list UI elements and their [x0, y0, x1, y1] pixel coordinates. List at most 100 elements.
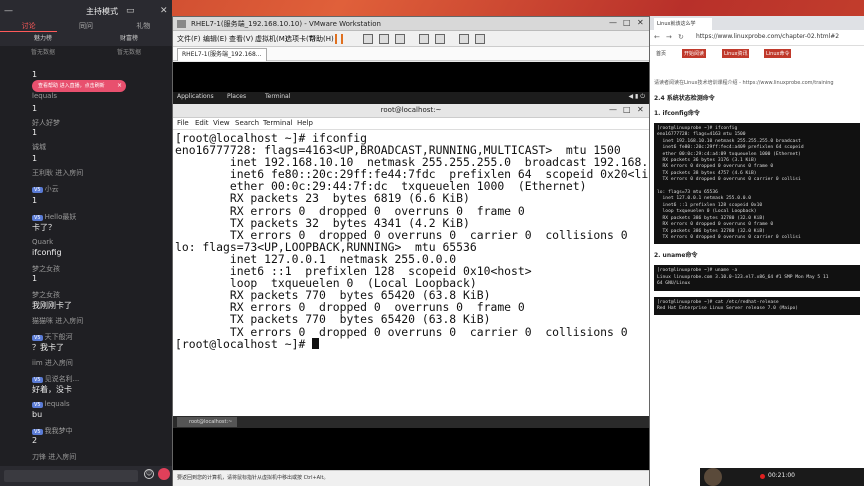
chat-message-content: ifconfig — [32, 248, 62, 257]
gift-icon[interactable] — [158, 468, 170, 480]
chat-input[interactable] — [4, 470, 138, 482]
system-tray-icons[interactable]: ◀ ▮ ⏻ — [629, 93, 645, 101]
vm-maximize-icon[interactable]: □ — [623, 18, 631, 27]
term-menu-help[interactable]: Help — [297, 119, 313, 127]
terminal-line: TX errors 0 dropped 0 overruns 0 carrier… — [175, 324, 628, 339]
tab-gifts[interactable]: 礼物 — [115, 20, 172, 32]
chat-message-content: lequals — [44, 400, 70, 408]
forward-icon[interactable]: → — [666, 33, 672, 41]
terminal-window: root@localhost:~ — □ ✕ File Edit View Se… — [173, 104, 649, 416]
chat-message-text: 1 — [32, 128, 162, 137]
terminal-line: RX errors 0 dropped 0 overruns 0 frame 0 — [175, 203, 525, 218]
chat-message-content: lequals — [32, 92, 58, 100]
chat-message-content: 2 — [32, 436, 38, 445]
chat-message-content: 梦之女孩 — [32, 265, 60, 273]
vmware-status-bar: 要返回到您的计算机，请将鼠标指针从虚拟机中移出或按 Ctrl+Alt。 — [173, 470, 649, 486]
chat-username: 王利耿 进入房间 — [32, 168, 162, 178]
nav-linux-news[interactable]: Linux资讯 — [722, 49, 750, 58]
taskbar-terminal-item[interactable]: root@localhost:~ — [177, 417, 237, 427]
term-maximize-icon[interactable]: □ — [623, 105, 631, 114]
fullscreen-icon[interactable] — [419, 34, 429, 44]
chat-message-content: 1 — [32, 70, 38, 79]
chat-message-content: 天下般河 — [44, 333, 73, 341]
chat-message-content: iim 进入房间 — [32, 359, 73, 367]
vm-tab[interactable]: RHEL7-1(服务端_192.168... — [177, 48, 267, 61]
places-menu[interactable]: Places — [227, 93, 246, 100]
vmware-logo-icon — [177, 20, 186, 28]
menu-edit[interactable]: 编辑(E) — [203, 34, 227, 44]
stretch-icon[interactable] — [475, 34, 485, 44]
term-menu-view[interactable]: View — [213, 119, 230, 127]
term-close-icon[interactable]: ✕ — [637, 105, 644, 114]
pause-icon[interactable] — [335, 34, 343, 44]
guest-screen[interactable]: Applications Places Terminal ◀ ▮ ⏻ root@… — [173, 62, 649, 470]
revert-icon[interactable] — [379, 34, 389, 44]
chat-username: 猫猫咪 进入房间 — [32, 316, 162, 326]
manage-snapshot-icon[interactable] — [395, 34, 405, 44]
level-badge: V5 — [32, 377, 43, 383]
browser-window: Linux就该这么学 ← → ↻ https://www.linuxprobe.… — [650, 16, 864, 486]
chat-username: V5 小云 — [32, 184, 162, 194]
chat-username: 刀锋 进入房间 — [32, 452, 162, 462]
nav-linux-commands[interactable]: Linux命令 — [764, 49, 792, 58]
term-menu-edit[interactable]: Edit — [195, 119, 209, 127]
notice-banner[interactable]: 查看帮助 进入直播，点击刷新 × — [32, 80, 126, 92]
chat-minimize-icon[interactable]: — — [4, 6, 13, 16]
chat-mode-label: 主持模式 — [86, 7, 118, 16]
wealth-rank-tab[interactable]: 财富榜 — [86, 32, 172, 46]
terminal-output[interactable]: [root@localhost ~]# ifconfig eno16777728:… — [175, 132, 649, 416]
chat-header: — 主持模式 ▭ ✕ 讨论 同问 礼物 — [0, 0, 172, 32]
menu-file[interactable]: 文件(F) — [177, 34, 201, 44]
url-field[interactable]: https://www.linuxprobe.com/chapter-02.ht… — [696, 33, 839, 40]
nav-start-reading[interactable]: 开始阅读 — [682, 49, 707, 58]
menu-view[interactable]: 查看(V) — [229, 34, 253, 44]
chat-message-content: Hello最妖 — [44, 213, 77, 221]
snapshot-icon[interactable] — [363, 34, 373, 44]
chat-username: iim 进入房间 — [32, 358, 162, 368]
chat-message-text: bu — [32, 410, 162, 419]
term-minimize-icon[interactable]: — — [609, 105, 617, 114]
term-menu-terminal[interactable]: Terminal — [263, 119, 293, 127]
section-heading: 2.4 系统状态检测命令 — [654, 95, 715, 102]
chat-message-text: ？我卡了 — [32, 342, 162, 353]
chat-username: Quark — [32, 238, 162, 246]
chat-message-content: 我我梦中 — [44, 427, 73, 435]
vm-close-icon[interactable]: ✕ — [637, 18, 644, 27]
console-view-icon[interactable] — [459, 34, 469, 44]
menu-vm[interactable]: 虚拟机(M) — [255, 34, 288, 44]
charm-rank-tab[interactable]: 魅力榜 — [0, 32, 86, 46]
chat-close-icon[interactable]: ✕ — [160, 6, 168, 16]
chat-restore-icon[interactable]: ▭ — [126, 6, 135, 16]
unity-icon[interactable] — [435, 34, 445, 44]
reload-icon[interactable]: ↻ — [678, 33, 684, 41]
live-chat-panel: — 主持模式 ▭ ✕ 讨论 同问 礼物 魅力榜 财富榜 暂无数据 暂无数据 1 l… — [0, 0, 172, 486]
level-badge: V5 — [32, 187, 43, 193]
chat-message-content: 见说名利... — [44, 375, 80, 383]
vm-minimize-icon[interactable]: — — [609, 18, 617, 27]
term-menu-search[interactable]: Search — [235, 119, 259, 127]
chat-message-text: 1 — [32, 274, 162, 283]
back-icon[interactable]: ← — [654, 33, 660, 41]
site-nav: 首页 开始阅读 Linux资讯 Linux命令 — [650, 46, 864, 60]
chat-message-text: 1 — [32, 70, 162, 79]
applications-menu[interactable]: Applications — [177, 93, 214, 100]
chat-message-text: 卡了？ — [32, 222, 162, 233]
chat-message-content: 卡了？ — [32, 223, 56, 232]
tab-discussion[interactable]: 讨论 — [0, 20, 58, 32]
nav-home[interactable]: 首页 — [654, 49, 668, 58]
chat-message-text: 我刚刚卡了 — [32, 300, 162, 311]
terminal-app-menu[interactable]: Terminal — [265, 93, 290, 100]
banner-close-icon[interactable]: × — [117, 80, 122, 92]
chat-message-content: 1 — [32, 154, 38, 163]
chat-username: V5 Hello最妖 — [32, 212, 162, 222]
chat-username: V5 天下般河 — [32, 332, 162, 342]
chat-message-content: 小云 — [44, 185, 59, 193]
browser-tabbar: Linux就该这么学 — [650, 16, 864, 30]
term-menu-file[interactable]: File — [177, 119, 189, 127]
chat-username: 好人好梦 — [32, 118, 162, 128]
chat-message-text: 好着，没卡 — [32, 384, 162, 395]
menu-help[interactable]: 帮助(H) — [309, 34, 334, 44]
browser-tab[interactable]: Linux就该这么学 — [654, 18, 712, 30]
emoji-icon[interactable]: ☺ — [144, 469, 154, 479]
tab-same-question[interactable]: 同问 — [57, 20, 114, 32]
